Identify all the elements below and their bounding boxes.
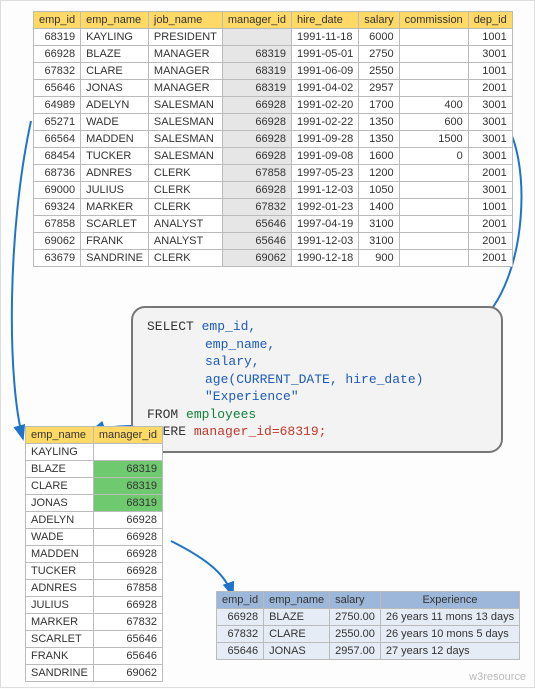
table-row: CLARE68319 (26, 478, 163, 495)
column-header: emp_id (217, 592, 264, 609)
employees-full-table: emp_idemp_namejob_namemanager_idhire_dat… (33, 11, 513, 267)
column-header: commission (399, 12, 468, 29)
column-header: emp_name (26, 427, 94, 444)
table-row: BLAZE68319 (26, 461, 163, 478)
table-row: 69062FRANKANALYST656461991-12-0331002001 (34, 233, 513, 250)
name-manager-table: emp_namemanager_id KAYLINGBLAZE68319CLAR… (25, 426, 163, 682)
result-table: emp_idemp_namesalaryExperience 66928BLAZ… (216, 591, 520, 660)
table-row: WADE66928 (26, 529, 163, 546)
table-row: JONAS68319 (26, 495, 163, 512)
table-row: 66564MADDENSALESMAN669281991-09-28135015… (34, 131, 513, 148)
table-row: 69000JULIUSCLERK669281991-12-0310503001 (34, 182, 513, 199)
watermark: w3resource (469, 671, 526, 683)
table-row: SCARLET65646 (26, 631, 163, 648)
table-row: 65646JONAS2957.0027 years 12 days (217, 643, 520, 660)
table-row: 64989ADELYNSALESMAN669281991-02-20170040… (34, 97, 513, 114)
table-row: 68736ADNRESCLERK678581997-05-2312002001 (34, 165, 513, 182)
table-row: 65271WADESALESMAN669281991-02-2213506003… (34, 114, 513, 131)
table-row: ADELYN66928 (26, 512, 163, 529)
table-row: 67832CLARE2550.0026 years 10 mons 5 days (217, 626, 520, 643)
table-row: KAYLING (26, 444, 163, 461)
table-row: 66928BLAZE2750.0026 years 11 mons 13 day… (217, 609, 520, 626)
table-row: 66928BLAZEMANAGER683191991-05-0127503001 (34, 46, 513, 63)
column-header: emp_id (34, 12, 81, 29)
column-header: manager_id (222, 12, 291, 29)
table-row: FRANK65646 (26, 648, 163, 665)
table-row: 67832CLAREMANAGER683191991-06-0925501001 (34, 63, 513, 80)
column-header: salary (330, 592, 381, 609)
table-row: ADNRES67858 (26, 580, 163, 597)
table-row: 67858SCARLETANALYST656461997-04-19310020… (34, 216, 513, 233)
table-row: SANDRINE69062 (26, 665, 163, 682)
column-header: manager_id (93, 427, 162, 444)
table-row: 63679SANDRINECLERK690621990-12-189002001 (34, 250, 513, 267)
table-row: 68319KAYLINGPRESIDENT1991-11-1860001001 (34, 29, 513, 46)
sql-query-box: SELECT emp_id, emp_name, salary, age(CUR… (131, 306, 503, 453)
table-row: 68454TUCKERSALESMAN669281991-09-08160003… (34, 148, 513, 165)
column-header: hire_date (291, 12, 358, 29)
column-header: emp_name (264, 592, 330, 609)
table-row: 69324MARKERCLERK678321992-01-2314001001 (34, 199, 513, 216)
column-header: emp_name (81, 12, 149, 29)
table-row: 65646JONASMANAGER683191991-04-0229572001 (34, 80, 513, 97)
table-row: MARKER67832 (26, 614, 163, 631)
table-row: JULIUS66928 (26, 597, 163, 614)
column-header: job_name (148, 12, 222, 29)
table-row: MADDEN66928 (26, 546, 163, 563)
column-header: salary (359, 12, 399, 29)
table-row: TUCKER66928 (26, 563, 163, 580)
column-header: Experience (380, 592, 519, 609)
column-header: dep_id (468, 12, 512, 29)
